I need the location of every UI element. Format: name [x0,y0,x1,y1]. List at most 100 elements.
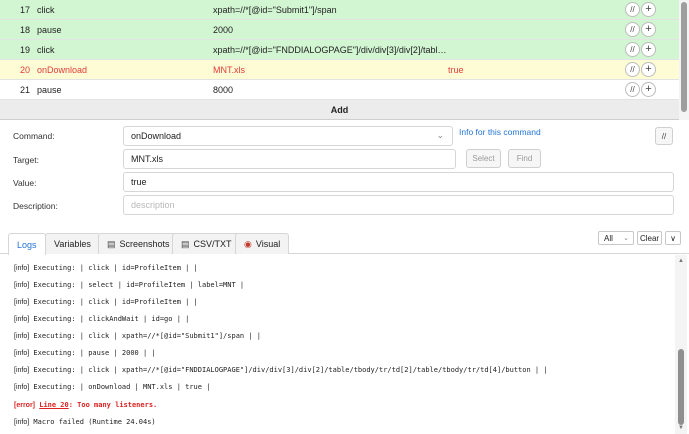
chevron-down-icon: ∨ [670,233,676,243]
log-message: Executing: | clickAndWait | id=go | | [33,315,190,323]
plus-icon[interactable]: + [641,22,656,37]
row-target: 2000 [213,24,234,35]
log-line: [info] Executing: | click | id=ProfileIt… [14,264,198,272]
bottom-tabs: Logs Variables ▤ Screenshots ▤ CSV/TXT ◉… [0,230,689,255]
tab-csv-label: CSV/TXT [193,239,232,249]
log-line: [info] Executing: | click | xpath=//*[@i… [14,332,261,340]
row-number: 17 [20,4,31,15]
comment-toggle-icon[interactable]: // [625,82,640,97]
log-level: [info] [14,282,30,289]
collapse-log-button[interactable]: ∨ [665,231,681,245]
log-line: [info] Executing: | select | id=ProfileI… [14,281,244,289]
find-button[interactable]: Find [508,149,541,168]
scroll-up-icon[interactable]: ▲ [677,257,685,265]
comment-toggle-icon[interactable]: // [625,22,640,37]
add-command-button[interactable]: Add [0,100,679,119]
row-command: pause [37,84,62,95]
tab-csv[interactable]: ▤ CSV/TXT [172,233,241,254]
comment-toggle-icon[interactable]: // [625,42,640,57]
tab-logs-label: Logs [17,239,37,250]
log-line: [info] Executing: | click | xpath=//*[@i… [14,366,548,374]
row-command: onDownload [37,64,88,75]
eye-icon: ◉ [244,238,252,249]
command-row[interactable]: 18 pause 2000 //+ [0,20,679,40]
plus-icon[interactable]: + [641,2,656,17]
log-message: Executing: | click | xpath=//*[@id="Subm… [33,332,261,340]
log-final-line: [info] Macro failed (Runtime 24.04s) [14,418,156,426]
command-row[interactable]: 19 click xpath=//*[@id="FNDDIALOGPAGE"]/di… [0,40,679,60]
log-line: [info] Executing: | onDownload | MNT.xls… [14,383,210,391]
info-for-command-link[interactable]: Info for this command [459,127,541,137]
log-scrollbar[interactable]: ▲ ▼ [675,255,687,434]
error-line-link[interactable]: Line 20 [39,401,69,409]
log-level: [info] [14,350,30,357]
log-line: [info] Executing: | pause | 2000 | | [14,349,156,357]
target-input[interactable]: MNT.xls [123,149,456,169]
camera-icon: ▤ [107,238,116,249]
row-command: pause [37,24,62,35]
command-row[interactable]: 17 click xpath=//*[@id="Submit1"]/span //+ [0,0,679,20]
tab-screenshots-label: Screenshots [119,239,170,249]
log-message: Executing: | click | id=ProfileItem | | [33,264,198,272]
tab-screenshots[interactable]: ▤ Screenshots [98,233,179,254]
table-scrollbar-thumb[interactable] [681,2,687,112]
log-message: Executing: | onDownload | MNT.xls | true… [33,383,211,391]
scroll-down-icon[interactable]: ▼ [677,424,685,432]
log-level: [error] [14,402,36,409]
description-input[interactable]: description [123,195,674,215]
target-label: Target: [13,155,39,165]
log-level: [info] [14,333,30,340]
row-number: 19 [20,44,31,55]
command-label: Command: [13,131,55,141]
log-level: [info] [14,384,30,391]
plus-icon[interactable]: + [641,62,656,77]
row-command: click [37,44,55,55]
row-command: click [37,4,55,15]
log-filter-select[interactable]: All ⌄ [598,231,634,245]
log-message: Executing: | click | xpath=//*[@id="FNDD… [33,366,548,374]
row-target: MNT.xls [213,64,245,75]
tab-variables-label: Variables [54,239,91,249]
row-number: 18 [20,24,31,35]
comment-toggle-button[interactable]: // [655,127,673,145]
log-line: [info] Executing: | clickAndWait | id=go… [14,315,189,323]
row-target: xpath=//*[@id="FNDDIALOGPAGE"]/div/div[3… [213,44,448,55]
log-panel: [info] Executing: | click | id=ProfileIt… [0,255,675,434]
comment-toggle-icon: // [661,131,667,141]
log-line: [info] Executing: | click | id=ProfileIt… [14,298,198,306]
tab-visual[interactable]: ◉ Visual [235,233,290,254]
plus-icon[interactable]: + [641,82,656,97]
table-scrollbar[interactable] [679,0,689,120]
comment-toggle-icon[interactable]: // [625,62,640,77]
clear-log-button[interactable]: Clear [637,231,662,245]
command-select[interactable]: onDownload ⌄ [123,126,453,146]
log-message: Executing: | select | id=ProfileItem | l… [33,281,245,289]
command-table: 17 click xpath=//*[@id="Submit1"]/span//+1… [0,0,679,120]
tab-variables[interactable]: Variables [45,233,100,254]
row-number: 20 [20,64,31,75]
command-row[interactable]: 21 pause 8000 //+ [0,80,679,100]
command-select-value: onDownload [131,131,182,141]
row-number: 21 [20,84,31,95]
log-level: [info] [14,316,30,323]
log-message: Executing: | pause | 2000 | | [33,349,156,357]
value-input[interactable]: true [123,172,674,192]
row-target: xpath=//*[@id="Submit1"]/span [213,4,337,15]
value-label: Value: [13,178,37,188]
select-button[interactable]: Select [466,149,501,168]
description-label: Description: [13,201,58,211]
command-row[interactable]: 20 onDownload MNT.xls true //+ [0,60,679,80]
tab-visual-label: Visual [255,239,281,249]
chevron-down-icon: ⌄ [623,235,629,242]
row-target: 8000 [213,84,234,95]
file-icon: ▤ [181,238,190,249]
tab-logs[interactable]: Logs [8,233,46,255]
log-level: [info] [14,419,30,426]
log-scrollbar-thumb[interactable] [678,349,684,425]
comment-toggle-icon[interactable]: // [625,2,640,17]
row-value: true [448,64,464,75]
log-error-line: [error] Line 20: Too many listeners. [14,401,157,409]
log-level: [info] [14,265,30,272]
log-message: : Too many listeners. [68,401,158,409]
plus-icon[interactable]: + [641,42,656,57]
